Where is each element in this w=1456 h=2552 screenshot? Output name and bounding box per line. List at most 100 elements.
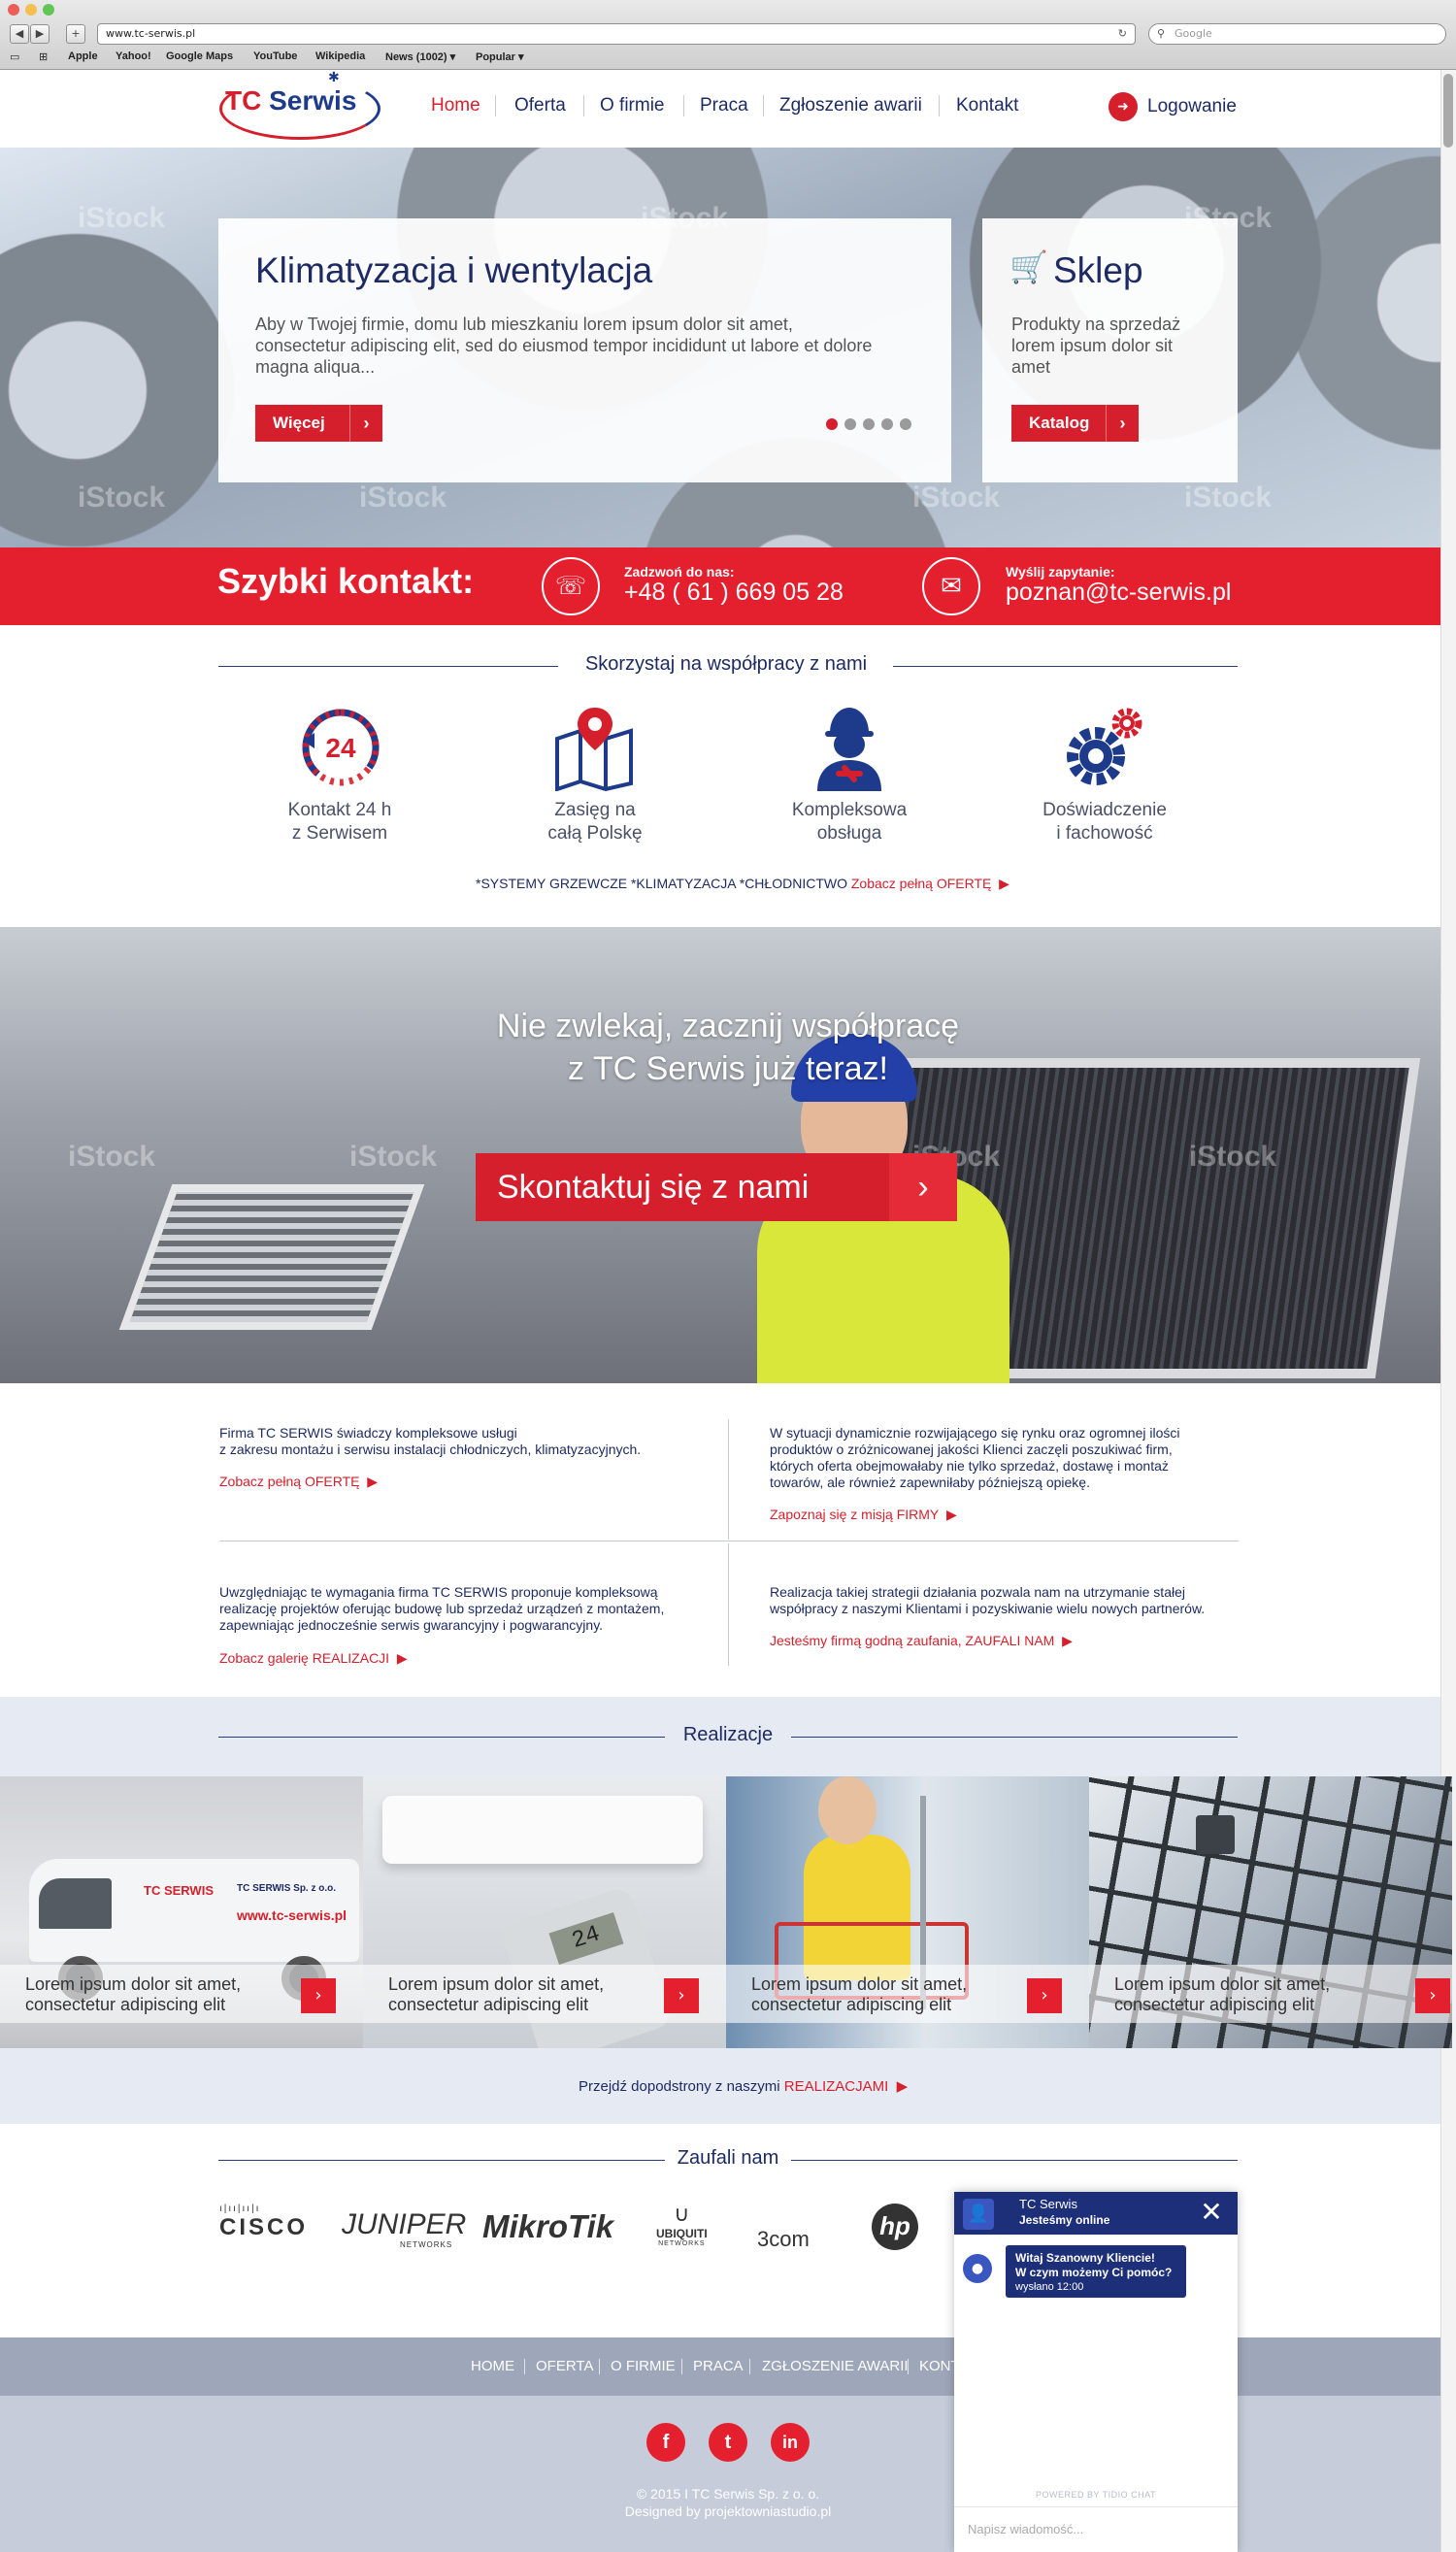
reading-list-icon[interactable]: ▭ [10,50,19,63]
section-divider [791,2160,1238,2161]
brand-name: UBIQUITI [656,2227,708,2240]
scrollbar[interactable] [1440,70,1456,2552]
info-link-gallery[interactable]: Zobacz galerię REALIZACJI ▶ [219,1650,408,1667]
grid-icon[interactable]: ⊞ [39,50,48,63]
cooperation-title: Skorzystaj na współpracy z nami [584,653,868,675]
phone-label: Zadzwoń do nas: [624,564,735,580]
address-bar[interactable]: www.tc-serwis.pl ↻ [97,23,1136,45]
zoom-window-icon[interactable] [43,4,54,16]
search-field[interactable]: ⚲ Google [1148,23,1446,45]
login-icon[interactable]: ➜ [1109,92,1138,121]
tile-caption: Lorem ipsum dolor sit amet, consectetur … [1089,1965,1452,2023]
ac-unit [382,1796,703,1864]
email-link[interactable]: poznan@tc-serwis.pl [1006,579,1231,607]
info-divider-vertical [728,1419,729,1540]
reload-icon[interactable]: ↻ [1118,24,1127,44]
section-divider [791,1737,1238,1738]
login-link[interactable]: Logowanie [1147,96,1237,117]
nav-praca[interactable]: Praca [700,95,748,116]
footer-nav-oferta[interactable]: OFERTA [536,2358,593,2374]
phone-icon: ☏ [542,557,600,615]
watermark: iStock [1189,1141,1277,1173]
footer-nav-zgloszenie[interactable]: ZGŁOSZENIE AWARII [762,2358,909,2374]
slider-dot-5[interactable] [900,418,911,430]
slider-dot-2[interactable] [844,418,856,430]
info-text: Firma TC SERWIS świadczy kompleksowe usł… [219,1425,517,1441]
tile-text: Lorem ipsum dolor sit amet, consectetur … [751,1974,967,2015]
nav-o-firmie[interactable]: O firmie [600,95,665,116]
footer-nav-o-firmie[interactable]: O FIRMIE [611,2358,676,2374]
contact-us-button[interactable]: Skontaktuj się z nami › [476,1153,957,1221]
minimize-window-icon[interactable] [25,4,37,16]
nav-oferta[interactable]: Oferta [514,95,566,116]
info-link-mission[interactable]: Zapoznaj się z misją FIRMY ▶ [770,1507,957,1523]
realizations-link[interactable]: Przejdź dopodstrony z naszymi REALIZACJA… [579,2077,908,2095]
back-icon[interactable]: ◀ [10,24,29,44]
bookmark-news[interactable]: News (1002) ▾ [385,50,455,63]
hero-more-button[interactable]: Więcej › [255,405,382,442]
bookmark-youtube[interactable]: YouTube [253,50,297,62]
search-placeholder: Google [1175,27,1212,40]
close-icon[interactable]: ✕ [1197,2198,1226,2227]
twitter-icon[interactable]: t [709,2423,747,2462]
bookmark-apple[interactable]: Apple [68,50,98,62]
chevron-right-icon[interactable]: › [1415,1978,1450,2013]
info-text: których oferta obejmowałaby nie tylko sp… [770,1458,1169,1474]
bookmark-yahoo[interactable]: Yahoo! [116,50,151,62]
nav-kontakt[interactable]: Kontakt [956,95,1018,116]
facebook-icon[interactable]: f [646,2423,685,2462]
tile-caption: Lorem ipsum dolor sit amet, consectetur … [0,1965,363,2023]
linkedin-icon[interactable]: in [771,2423,810,2462]
realization-tile-3[interactable]: Lorem ipsum dolor sit amet, consectetur … [726,1776,1089,2048]
close-window-icon[interactable] [8,4,19,16]
footer-nav-home[interactable]: HOME [471,2358,514,2374]
section-divider [893,666,1238,667]
chat-powered-by[interactable]: POWERED BY TIDIO CHAT [954,2490,1238,2500]
chat-message-input[interactable]: Napisz wiadomość... [954,2506,1238,2552]
designer-credit[interactable]: Designed by projektowniastudio.pl [524,2502,932,2520]
info-link-trust[interactable]: Jesteśmy firmą godną zaufania, ZAUFALI N… [770,1633,1073,1649]
mikrotik-logo: MikroTik [482,2208,614,2244]
chat-message: Witaj Szanowny Kliencie! W czym możemy C… [1006,2245,1186,2298]
juniper-logo: JUNIPER NETWORKS [342,2208,466,2249]
bookmark-google-maps[interactable]: Google Maps [166,50,233,62]
slider-dot-1[interactable] [826,418,838,430]
tile-text: Lorem ipsum dolor sit amet, consectetur … [388,1974,604,2015]
scrollbar-thumb[interactable] [1443,74,1453,148]
footer-nav-divider [524,2359,525,2374]
info-block-offer: Firma TC SERWIS świadczy kompleksowe usł… [219,1425,641,1458]
site-logo[interactable]: TC Serwis [225,85,356,116]
info-link-offer[interactable]: Zobacz pełną OFERTĘ ▶ [219,1474,378,1490]
realization-tile-2[interactable]: 24 Lorem ipsum dolor sit amet, consectet… [363,1776,726,2048]
realizations-title: Realizacje [682,1724,774,1745]
new-tab-icon[interactable]: + [66,24,85,44]
chevron-right-icon[interactable]: › [1027,1978,1062,2013]
slider-dot-4[interactable] [881,418,893,430]
info-text: z zakresu montażu i serwisu instalacji c… [219,1442,642,1457]
footer-nav-divider [749,2359,750,2374]
nav-zgloszenie-awarii[interactable]: Zgłoszenie awarii [779,95,922,116]
chevron-right-icon[interactable]: › [664,1978,699,2013]
nav-divider [583,95,584,116]
realization-tile-4[interactable]: Lorem ipsum dolor sit amet, consectetur … [1089,1776,1452,2048]
tile-text: Lorem ipsum dolor sit amet, consectetur … [25,1974,241,2015]
catalog-button[interactable]: Katalog › [1011,405,1139,442]
phone-number[interactable]: +48 ( 61 ) 669 05 28 [624,579,844,607]
forward-icon[interactable]: ▶ [30,24,50,44]
quick-contact-title: Szybki kontakt: [217,561,475,601]
realizations-link-prefix: Przejdź dopodstrony z naszymi [579,2078,780,2095]
chevron-right-icon[interactable]: › [301,1978,336,2013]
catalog-label: Katalog [1029,414,1090,432]
nav-home[interactable]: Home [431,95,480,116]
slider-dot-3[interactable] [863,418,875,430]
bookmark-popular[interactable]: Popular ▾ [476,50,524,63]
feature-label-line1: Zasięg na [554,800,636,820]
watermark: iStock [1184,481,1273,514]
offer-link[interactable]: Zobacz pełną OFERTĘ [851,876,991,891]
bookmark-wikipedia[interactable]: Wikipedia [315,50,365,62]
realization-tile-1[interactable]: TC SERWIS TC SERWIS Sp. z o.o. www.tc-se… [0,1776,363,2048]
footer-nav-praca[interactable]: PRACA [693,2358,744,2374]
info-text: Realizacja takiej strategii działania po… [770,1584,1185,1600]
tile-caption: Lorem ipsum dolor sit amet, consectetur … [726,1965,1089,2023]
watermark: iStock [349,1141,438,1173]
